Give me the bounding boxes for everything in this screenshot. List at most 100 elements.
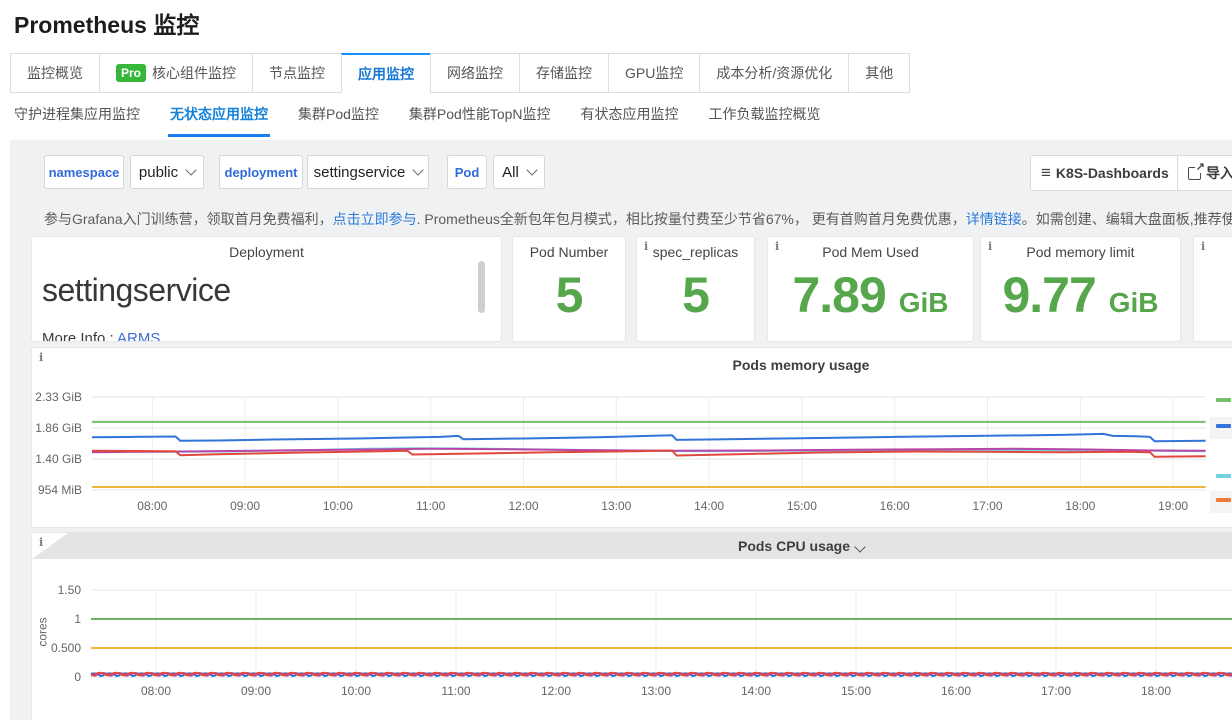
svg-text:09:00: 09:00 (241, 684, 271, 698)
spec-replicas-panel: i spec_replicas 5 (636, 236, 755, 342)
svg-text:10:00: 10:00 (323, 499, 353, 513)
pod-select[interactable]: All (493, 155, 545, 189)
memory-chart-title: Pods memory usage (32, 357, 1232, 373)
banner-join-link[interactable]: 点击立即参与 (333, 211, 417, 227)
k8s-dashboards-button[interactable]: ≡ K8S-Dashboards (1030, 155, 1180, 191)
arms-link[interactable]: ARMS (117, 330, 160, 342)
svg-text:19:00: 19:00 (1158, 499, 1188, 513)
info-icon[interactable]: i (775, 240, 779, 253)
tab-application[interactable]: 应用监控 (341, 53, 431, 93)
svg-text:2.33 GiB: 2.33 GiB (35, 390, 82, 404)
svg-text:15:00: 15:00 (841, 684, 871, 698)
namespace-select[interactable]: public (130, 155, 204, 189)
pod-label: Pod (447, 155, 487, 189)
stat-title: Pod Number (513, 244, 625, 260)
page-title: Prometheus 监控 (14, 6, 199, 40)
subtab-cluster-pod[interactable]: 集群Pod监控 (298, 104, 379, 137)
memory-chart-panel: i Pods memory usage 954 MiB 1.40 GiB 1.86 … (31, 347, 1232, 528)
svg-text:10:00: 10:00 (341, 684, 371, 698)
tab-overview[interactable]: 监控概览 (10, 53, 100, 93)
stat-title: Deployment (32, 244, 501, 260)
svg-text:1: 1 (74, 612, 81, 626)
info-icon[interactable]: i (644, 240, 648, 253)
svg-text:15:00: 15:00 (787, 499, 817, 513)
deployment-value: settingservice (42, 272, 501, 309)
svg-text:1.50: 1.50 (58, 583, 82, 597)
spec-replicas-value: 5 (637, 266, 754, 324)
stat-title: Pod Mem Used (768, 244, 973, 260)
svg-text:14:00: 14:00 (694, 499, 724, 513)
pro-badge: Pro (116, 64, 146, 82)
subtab-pod-topn[interactable]: 集群Pod性能TopN监控 (409, 104, 551, 137)
tab-node[interactable]: 节点监控 (252, 53, 342, 93)
chevron-down-icon (185, 164, 196, 175)
banner-text: . Prometheus全新包年包月模式，相比按量付费至少节省67%， 更有首购… (417, 211, 966, 227)
chevron-down-icon (854, 541, 865, 552)
banner-text: 参与Grafana入门训练营，领取首月免费福利， (44, 211, 333, 227)
svg-text:13:00: 13:00 (641, 684, 671, 698)
deployment-stat-panel: Deployment settingservice More Info : AR… (31, 236, 502, 342)
tab-network[interactable]: 网络监控 (430, 53, 520, 93)
stat-title: Pod memory limit (981, 244, 1180, 260)
svg-text:1.86 GiB: 1.86 GiB (35, 421, 82, 435)
subtab-workload-overview[interactable]: 工作负载监控概览 (709, 104, 821, 137)
chevron-down-icon (413, 164, 424, 175)
svg-text:17:00: 17:00 (1041, 684, 1071, 698)
secondary-tabs: 守护进程集应用监控 无状态应用监控 集群Pod监控 集群Pod性能TopN监控 … (14, 104, 821, 137)
dashboard-area: namespace public deployment settingservi… (10, 140, 1232, 720)
svg-text:08:00: 08:00 (141, 684, 171, 698)
banner-text: 。如需创建、编辑大盘面板,推荐使用 (1022, 211, 1232, 227)
info-icon[interactable]: i (39, 536, 43, 549)
tab-other[interactable]: 其他 (848, 53, 910, 93)
svg-text:14:00: 14:00 (741, 684, 771, 698)
cpu-chart: 00.50011.5008:0009:0010:0011:0012:0013:0… (32, 533, 1232, 720)
cpu-chart-panel: i Pods CPU usage cores 00.50011.5008:000… (31, 532, 1232, 720)
deployment-select[interactable]: settingservice (307, 155, 429, 189)
svg-text:16:00: 16:00 (880, 499, 910, 513)
svg-text:0: 0 (74, 670, 81, 684)
pod-memory-limit-panel: i Pod memory limit 9.77 GiB (980, 236, 1181, 342)
svg-text:08:00: 08:00 (137, 499, 167, 513)
memory-chart: 954 MiB 1.40 GiB 1.86 GiB 2.33 GiB 08:00 09:0… (32, 348, 1232, 528)
svg-text:16:00: 16:00 (941, 684, 971, 698)
namespace-label: namespace (44, 155, 124, 189)
stat-title: spec_replicas (637, 244, 754, 260)
svg-text:13:00: 13:00 (601, 499, 631, 513)
svg-text:11:00: 11:00 (441, 684, 470, 698)
subtab-statefulset[interactable]: 有状态应用监控 (581, 104, 679, 137)
cpu-chart-title[interactable]: Pods CPU usage (32, 533, 1232, 559)
svg-text:954 MiB: 954 MiB (38, 483, 82, 497)
tab-cost[interactable]: 成本分析/资源优化 (699, 53, 849, 93)
subtab-deployment[interactable]: 无状态应用监控 (170, 104, 268, 137)
svg-text:11:00: 11:00 (416, 499, 445, 513)
chevron-down-icon (526, 164, 537, 175)
pod-number-value: 5 (513, 266, 625, 324)
svg-text:1.40 GiB: 1.40 GiB (35, 452, 82, 466)
pod-number-panel: Pod Number 5 (512, 236, 626, 342)
panel-scrollbar[interactable] (478, 261, 485, 313)
tab-core-components[interactable]: Pro 核心组件监控 (99, 53, 253, 93)
primary-tabs: 监控概览 Pro 核心组件监控 节点监控 应用监控 网络监控 存储监控 GPU监… (10, 53, 910, 93)
pod-mem-used-value: 7.89 GiB (768, 266, 973, 324)
tab-storage[interactable]: 存储监控 (519, 53, 609, 93)
tab-gpu[interactable]: GPU监控 (608, 53, 700, 93)
subtab-daemonset[interactable]: 守护进程集应用监控 (14, 104, 140, 137)
pod-mem-used-panel: i Pod Mem Used 7.89 GiB (767, 236, 974, 342)
import-button[interactable]: 导入G (1177, 155, 1232, 191)
info-icon[interactable]: i (988, 240, 992, 253)
svg-text:12:00: 12:00 (541, 684, 571, 698)
menu-icon: ≡ (1041, 163, 1051, 183)
external-link-icon (1188, 167, 1201, 180)
promo-banner: 参与Grafana入门训练营，领取首月免费福利，点击立即参与. Promethe… (44, 209, 1232, 229)
svg-text:17:00: 17:00 (972, 499, 1002, 513)
partial-stat-panel: i (1193, 236, 1232, 342)
info-icon[interactable]: i (39, 351, 43, 364)
more-info: More Info : ARMS (42, 330, 160, 342)
pod-memory-limit-value: 9.77 GiB (981, 266, 1180, 324)
svg-text:18:00: 18:00 (1141, 684, 1171, 698)
svg-text:12:00: 12:00 (508, 499, 538, 513)
deployment-label: deployment (219, 155, 303, 189)
svg-text:09:00: 09:00 (230, 499, 260, 513)
banner-details-link[interactable]: 详情链接 (966, 211, 1022, 227)
info-icon[interactable]: i (1201, 240, 1205, 253)
